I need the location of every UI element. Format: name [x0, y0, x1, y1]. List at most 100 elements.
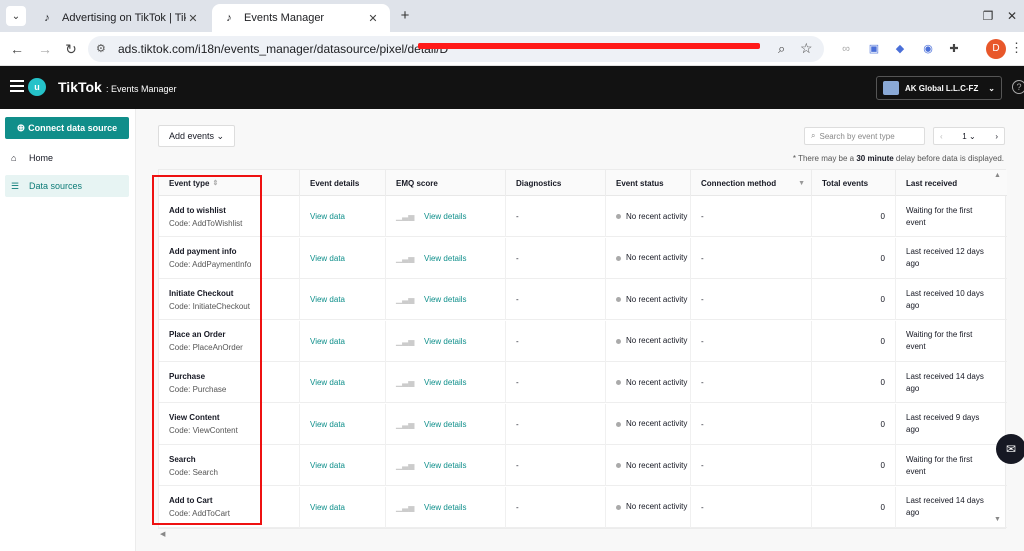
new-tab-button[interactable]: +: [396, 7, 414, 25]
connect-data-source-button[interactable]: ⊕ Connect data source: [5, 117, 129, 139]
view-details-link[interactable]: View details: [424, 461, 467, 470]
cell-total-events: 0: [811, 403, 895, 445]
browser-tab-advertising[interactable]: ♪ Advertising on TikTok | TikTok A ✕: [30, 4, 210, 32]
event-code: Code: PlaceAnOrder: [169, 343, 243, 352]
tiktok-favicon-icon: ♪: [226, 12, 232, 24]
cell-total-events: 0: [811, 279, 895, 320]
scroll-down-icon[interactable]: ▼: [994, 516, 1001, 523]
view-data-link[interactable]: View data: [310, 378, 385, 387]
view-data-link[interactable]: View data: [310, 254, 385, 263]
cell-diagnostics: -: [505, 486, 605, 528]
table-row: View Content Code: ViewContent View data ▁▃…: [159, 403, 1007, 445]
add-events-button[interactable]: Add events ⌄: [158, 125, 235, 147]
profile-avatar[interactable]: D: [986, 39, 1006, 59]
scroll-left-icon[interactable]: ◀: [160, 530, 165, 538]
cell-total-events: 0: [811, 445, 895, 486]
url-text: ads.tiktok.com/i18n/events_manager/datas…: [118, 42, 449, 56]
cell-emq-score: ▁▃▅ View details: [385, 362, 505, 403]
cell-event-status: No recent activity: [605, 237, 690, 279]
table-row: Purchase Code: Purchase View data ▁▃▅ View d…: [159, 362, 1007, 403]
tab-search-button[interactable]: ⌄: [6, 6, 26, 26]
browser-menu-icon[interactable]: ⋮: [1010, 40, 1023, 56]
sort-icon[interactable]: ⇕: [212, 179, 218, 187]
restore-window-icon[interactable]: ❐: [976, 6, 1000, 26]
pagination: ‹ 1 ⌄ ›: [933, 127, 1005, 145]
cell-last-received: Last received 10 days ago: [895, 279, 1007, 320]
menu-icon[interactable]: [10, 80, 24, 94]
scroll-up-icon[interactable]: ▲: [994, 172, 1001, 179]
forward-arrow-icon[interactable]: →: [36, 40, 54, 58]
last-received-value: Last received 14 days ago: [906, 371, 984, 393]
event-search-input[interactable]: ⌕ Search by event type: [804, 127, 925, 145]
view-details-link[interactable]: View details: [424, 212, 467, 221]
view-data-link[interactable]: View data: [310, 337, 385, 346]
diagnostics-value: -: [516, 378, 519, 387]
view-details-link[interactable]: View details: [424, 295, 467, 304]
cell-event-status: No recent activity: [605, 486, 690, 528]
browser-tab-events-manager[interactable]: ♪ Events Manager ✕: [212, 4, 390, 32]
column-connection-method: Connection method ▼: [690, 170, 811, 196]
close-window-icon[interactable]: ✕: [1000, 6, 1024, 26]
view-details-link[interactable]: View details: [424, 337, 467, 346]
column-event-type[interactable]: Event type ⇕: [159, 170, 299, 196]
extension-tag-icon[interactable]: ◆: [892, 41, 908, 57]
chat-support-button[interactable]: ✉: [996, 434, 1024, 464]
site-settings-icon[interactable]: ⚙: [96, 42, 106, 55]
view-data-link[interactable]: View data: [310, 503, 385, 512]
cell-event-details: View data: [299, 445, 385, 486]
back-arrow-icon[interactable]: ←: [8, 40, 26, 58]
signal-bars-icon: ▁▃▅: [396, 295, 415, 304]
address-bar[interactable]: ⚙ ads.tiktok.com/i18n/events_manager/dat…: [88, 36, 824, 62]
cell-last-received: Last received 14 days ago: [895, 362, 1007, 403]
cell-last-received: Waiting for the first event: [895, 320, 1007, 362]
page-select[interactable]: 1 ⌄: [962, 132, 975, 141]
status-text: No recent activity: [626, 211, 688, 221]
extension-screen-icon[interactable]: ◉: [920, 41, 936, 57]
prev-page-icon[interactable]: ‹: [940, 132, 943, 141]
app-header: u TikTok : Events Manager AK Global L.L.…: [0, 66, 1024, 109]
add-events-label: Add events: [168, 131, 214, 141]
view-data-link[interactable]: View data: [310, 212, 385, 221]
connection-value: -: [701, 502, 704, 512]
account-avatar-icon: [883, 81, 899, 95]
zoom-icon[interactable]: ⌕: [778, 41, 785, 57]
close-tab-icon[interactable]: ✕: [366, 12, 380, 25]
diagnostics-value: -: [516, 295, 519, 304]
view-details-link[interactable]: View details: [424, 503, 467, 512]
total-events-value: 0: [880, 419, 885, 429]
filter-icon[interactable]: ▼: [798, 180, 805, 187]
extensions-puzzle-icon[interactable]: ✚: [946, 41, 962, 57]
cell-last-received: Last received 12 days ago: [895, 237, 1007, 279]
column-total-events: Total events: [811, 170, 895, 196]
view-data-link[interactable]: View data: [310, 295, 385, 304]
connection-value: -: [701, 419, 704, 429]
view-details-link[interactable]: View details: [424, 378, 467, 387]
connection-value: -: [701, 253, 704, 263]
event-name: Initiate Checkout: [169, 288, 234, 298]
signal-bars-icon: ▁▃▅: [396, 461, 415, 470]
main-content: Add events ⌄ ⌕ Search by event type ‹ 1 …: [136, 109, 1024, 551]
help-icon[interactable]: ?: [1012, 80, 1024, 94]
signal-bars-icon: ▁▃▅: [396, 336, 415, 346]
cell-event-details: View data: [299, 237, 385, 279]
cell-diagnostics: -: [505, 403, 605, 445]
event-code: Code: InitiateCheckout: [169, 301, 250, 311]
view-details-link[interactable]: View details: [424, 420, 467, 429]
account-switcher[interactable]: AK Global L.L.C-FZ ⌄: [876, 76, 1002, 100]
bookmark-star-icon[interactable]: ☆: [800, 40, 813, 57]
sidebar-item-data-sources[interactable]: ☰ Data sources: [5, 175, 129, 197]
reload-icon[interactable]: ↻: [62, 40, 80, 58]
extension-code-icon[interactable]: ▣: [866, 41, 882, 57]
next-page-icon[interactable]: ›: [995, 132, 998, 141]
total-events-value: 0: [880, 253, 885, 263]
view-data-link[interactable]: View data: [310, 461, 385, 470]
table-row: Place an Order Code: PlaceAnOrder View dat…: [159, 320, 1007, 362]
total-events-value: 0: [880, 212, 885, 221]
extension-link-icon[interactable]: ∞: [838, 41, 854, 57]
view-details-link[interactable]: View details: [424, 254, 467, 263]
view-data-link[interactable]: View data: [310, 420, 385, 429]
diagnostics-value: -: [516, 502, 519, 512]
sidebar-item-home[interactable]: ⌂ Home: [5, 147, 129, 169]
close-tab-icon[interactable]: ✕: [186, 12, 200, 25]
status-dot-icon: [616, 255, 621, 261]
